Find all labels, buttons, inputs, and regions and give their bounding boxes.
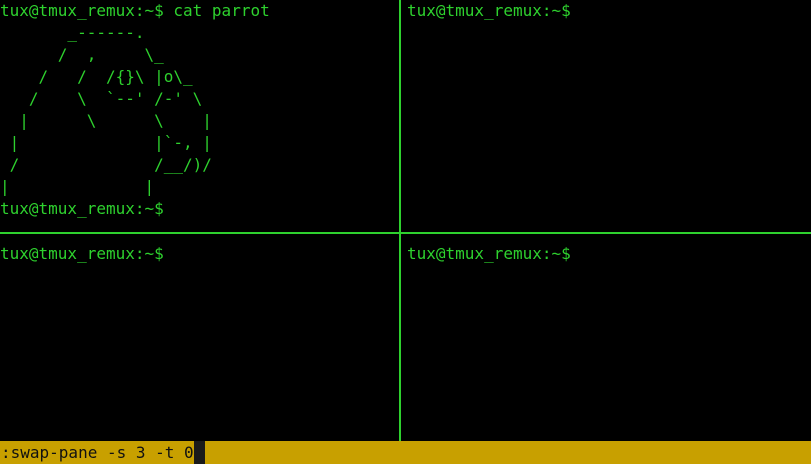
text-cursor [193,441,205,464]
tmux-command-prompt[interactable]: :swap-pane -s 3 -t 0 [0,441,811,464]
command-input[interactable]: :swap-pane -s 3 -t 0 [0,441,194,464]
pane-0-output: tux@tmux_remux:~$ cat parrot _------. / … [0,0,398,220]
parrot-ascii-line: / , \_ [0,45,164,64]
parrot-ascii-line: / /__/)/ [0,155,212,174]
shell-prompt: tux@tmux_remux:~$ [407,1,571,20]
pane-line: tux@tmux_remux:~$ cat parrot [0,1,270,20]
shell-prompt: tux@tmux_remux:~$ [0,199,164,218]
shell-prompt: tux@tmux_remux:~$ [407,244,571,263]
shell-prompt: tux@tmux_remux:~$ [0,244,164,263]
tmux-pane-1[interactable]: tux@tmux_remux:~$ [407,0,811,231]
tmux-pane-3[interactable]: tux@tmux_remux:~$ [407,243,811,441]
tmux-pane-2[interactable]: tux@tmux_remux:~$ [0,243,398,441]
parrot-ascii-line: / / /{}\ |o\_ [0,67,193,86]
pane-2-output: tux@tmux_remux:~$ [0,243,398,265]
parrot-ascii-line: _------. [0,23,145,42]
parrot-ascii-line: | |`-, | [0,133,212,152]
parrot-ascii-line: / \ `--' /-' \ [0,89,203,108]
tmux-pane-0[interactable]: tux@tmux_remux:~$ cat parrot _------. / … [0,0,398,231]
pane-border-vertical-top[interactable] [399,0,401,232]
parrot-ascii-line: | | [0,177,155,196]
pane-border-vertical-bottom[interactable] [399,234,401,441]
pane-1-output: tux@tmux_remux:~$ [407,0,811,22]
parrot-ascii-line: | \ \ | [0,111,212,130]
pane-border-horizontal[interactable] [0,232,811,234]
pane-3-output: tux@tmux_remux:~$ [407,243,811,265]
tmux-terminal: tux@tmux_remux:~$ cat parrot _------. / … [0,0,811,464]
